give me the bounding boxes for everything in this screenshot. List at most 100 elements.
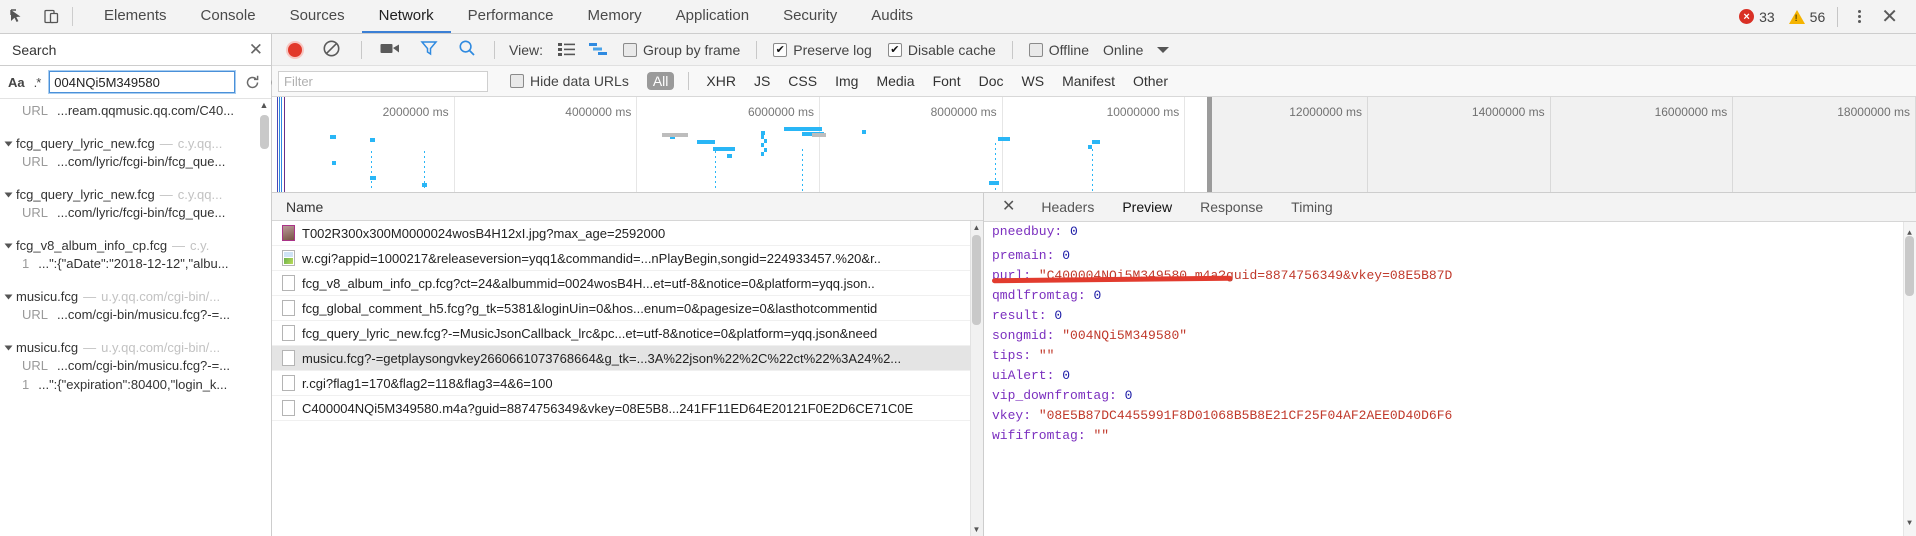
close-detail-icon[interactable]: ✕ (990, 199, 1027, 215)
requests-column-header[interactable]: Name (272, 193, 983, 221)
disable-cache-checkbox[interactable]: ✔ Disable cache (887, 42, 996, 58)
search-results-list[interactable]: ▲ URL ...ream.qqmusic.qq.com/C40... fcg_qu… (0, 99, 271, 536)
tab-network[interactable]: Network (361, 0, 451, 33)
filter-type-media[interactable]: Media (876, 73, 914, 89)
tab-performance[interactable]: Performance (451, 0, 571, 33)
search-result-file[interactable]: musicu.fcg — u.y.qq.com/cgi-bin/... (0, 286, 271, 305)
filter-type-all[interactable]: All (646, 72, 675, 90)
network-overview[interactable]: 2000000 ms 4000000 ms 6000000 ms 8000000 ms… (272, 97, 1916, 193)
filter-input[interactable] (278, 70, 488, 92)
filter-type-other[interactable]: Other (1133, 73, 1168, 89)
filter-type-ws[interactable]: WS (1022, 73, 1045, 89)
search-result-file[interactable]: fcg_query_lyric_new.fcg — c.y.qq... (0, 184, 271, 203)
tab-sources[interactable]: Sources (273, 0, 362, 33)
expand-caret-icon[interactable] (4, 141, 13, 146)
overview-timeline[interactable]: 2000000 ms 4000000 ms 6000000 ms 8000000 ms… (272, 97, 1916, 193)
request-name: w.cgi?appid=1000217&releaseversion=yqq1&… (302, 250, 881, 266)
filter-type-img[interactable]: Img (835, 73, 858, 89)
list-view-icon[interactable] (557, 42, 575, 57)
toggle-device-toolbar-icon[interactable] (34, 0, 68, 33)
search-result-match[interactable]: URL ...com/cgi-bin/musicu.fcg?-=... (0, 356, 271, 375)
preserve-log-checkbox[interactable]: ✔ Preserve log (773, 42, 872, 58)
detail-scroll-down-arrow[interactable]: ▼ (1905, 514, 1914, 534)
filter-type-css[interactable]: CSS (788, 73, 817, 89)
search-result-dash: — (83, 289, 97, 304)
camera-icon[interactable] (380, 41, 400, 59)
expand-caret-icon[interactable] (4, 345, 13, 350)
offline-checkbox[interactable]: Offline (1028, 42, 1089, 58)
table-row[interactable]: C400004NQi5M349580.m4a?guid=8874756349&v… (272, 396, 983, 421)
throttle-value-label[interactable]: Online (1103, 42, 1143, 58)
table-row[interactable]: T002R300x300M0000024wosB4H12xI.jpg?max_a… (272, 221, 983, 246)
search-result-label: URL (22, 154, 49, 169)
search-result-value: ...com/cgi-bin/musicu.fcg?-=... (57, 358, 231, 373)
refresh-search-icon[interactable] (244, 74, 261, 91)
warning-count-group[interactable]: 56 (1788, 9, 1825, 25)
match-case-toggle[interactable]: Aa (8, 75, 25, 90)
filter-type-doc[interactable]: Doc (979, 73, 1004, 89)
search-result-filename: musicu.fcg (16, 340, 79, 355)
expand-caret-icon[interactable] (4, 192, 13, 197)
overview-selection-handle[interactable] (1207, 97, 1213, 192)
search-result-file[interactable]: fcg_v8_album_info_cp.fcg — c.y. (0, 235, 271, 254)
overview-request-bar (761, 152, 764, 156)
scroll-up-arrow-search[interactable]: ▲ (258, 99, 270, 111)
record-button[interactable] (288, 42, 302, 57)
table-row[interactable]: fcg_v8_album_info_cp.fcg?ct=24&albummid=… (272, 271, 983, 296)
detail-tab-timing[interactable]: Timing (1277, 199, 1347, 215)
requests-scrollbar-thumb[interactable] (972, 235, 981, 325)
tab-elements[interactable]: Elements (87, 0, 184, 33)
search-result-match[interactable]: URL ...com/lyric/fcgi-bin/fcg_que... (0, 152, 271, 171)
filter-type-js[interactable]: JS (754, 73, 770, 89)
hide-data-urls-checkbox[interactable]: Hide data URLs (510, 73, 629, 89)
tab-memory[interactable]: Memory (571, 0, 659, 33)
preview-json-viewer[interactable]: pneedbuy: 0 premain: 0 purl: "C400004NQi5M… (984, 222, 1916, 536)
search-input[interactable] (48, 70, 237, 94)
group-by-frame-checkbox[interactable]: Group by frame (622, 42, 740, 58)
search-scrollbar[interactable] (260, 115, 269, 149)
table-row[interactable]: fcg_query_lyric_new.fcg?-=MusicJsonCallb… (272, 321, 983, 346)
search-result-match[interactable]: URL ...com/cgi-bin/musicu.fcg?-=... (0, 305, 271, 324)
filter-funnel-icon[interactable] (420, 39, 438, 60)
filter-type-xhr[interactable]: XHR (706, 73, 736, 89)
detail-tab-headers[interactable]: Headers (1027, 199, 1108, 215)
requests-rows[interactable]: T002R300x300M0000024wosB4H12xI.jpg?max_a… (272, 221, 983, 536)
close-search-icon[interactable]: ✕ (249, 41, 263, 58)
table-row[interactable]: w.cgi?appid=1000217&releaseversion=yqq1&… (272, 246, 983, 271)
search-result-match[interactable]: URL ...ream.qqmusic.qq.com/C40... (0, 101, 271, 120)
search-toolbar: Aa .* (0, 66, 286, 99)
waterfall-view-icon[interactable] (588, 42, 608, 57)
search-result-match[interactable]: 1 ...":{"aDate":"2018-12-12","albu... (0, 254, 271, 273)
search-result-file[interactable]: musicu.fcg — u.y.qq.com/cgi-bin/... (0, 337, 271, 356)
detail-scrollbar-thumb[interactable] (1905, 236, 1914, 296)
tab-application[interactable]: Application (659, 0, 766, 33)
search-result-file[interactable]: fcg_query_lyric_new.fcg — c.y.qq... (0, 133, 271, 152)
tab-security[interactable]: Security (766, 0, 854, 33)
toolbar-divider-3 (756, 40, 758, 59)
request-name: fcg_query_lyric_new.fcg?-=MusicJsonCallb… (302, 325, 878, 341)
more-options-icon[interactable] (1850, 10, 1869, 23)
filter-type-font[interactable]: Font (933, 73, 961, 89)
expand-caret-icon[interactable] (4, 294, 13, 299)
chevron-down-icon[interactable] (1157, 46, 1170, 53)
table-row[interactable]: musicu.fcg?-=getplaysongvkey266066107376… (272, 346, 983, 371)
overview-request-bar (764, 139, 767, 143)
table-row[interactable]: r.cgi?flag1=170&flag2=118&flag3=4&6=100 (272, 371, 983, 396)
tab-audits[interactable]: Audits (854, 0, 930, 33)
detail-tab-response[interactable]: Response (1186, 199, 1277, 215)
inspect-element-icon[interactable] (0, 0, 34, 33)
search-magnifier-icon[interactable] (458, 39, 476, 60)
close-devtools-icon[interactable]: ✕ (1871, 7, 1908, 27)
filter-type-manifest[interactable]: Manifest (1062, 73, 1115, 89)
expand-caret-icon[interactable] (4, 243, 13, 248)
table-row[interactable]: fcg_global_comment_h5.fcg?g_tk=5381&logi… (272, 296, 983, 321)
search-result-match[interactable]: 1 ...":{"expiration":80400,"login_k... (0, 375, 271, 394)
error-count-group[interactable]: × 33 (1739, 9, 1775, 25)
requests-scroll-up-arrow[interactable]: ▲ (972, 223, 981, 232)
search-result-match[interactable]: URL ...com/lyric/fcgi-bin/fcg_que... (0, 203, 271, 222)
detail-tab-preview[interactable]: Preview (1108, 199, 1186, 215)
requests-scroll-down-arrow[interactable]: ▼ (972, 525, 981, 534)
clear-button[interactable] (322, 39, 341, 61)
tab-console[interactable]: Console (184, 0, 273, 33)
regex-toggle[interactable]: .* (34, 75, 42, 90)
